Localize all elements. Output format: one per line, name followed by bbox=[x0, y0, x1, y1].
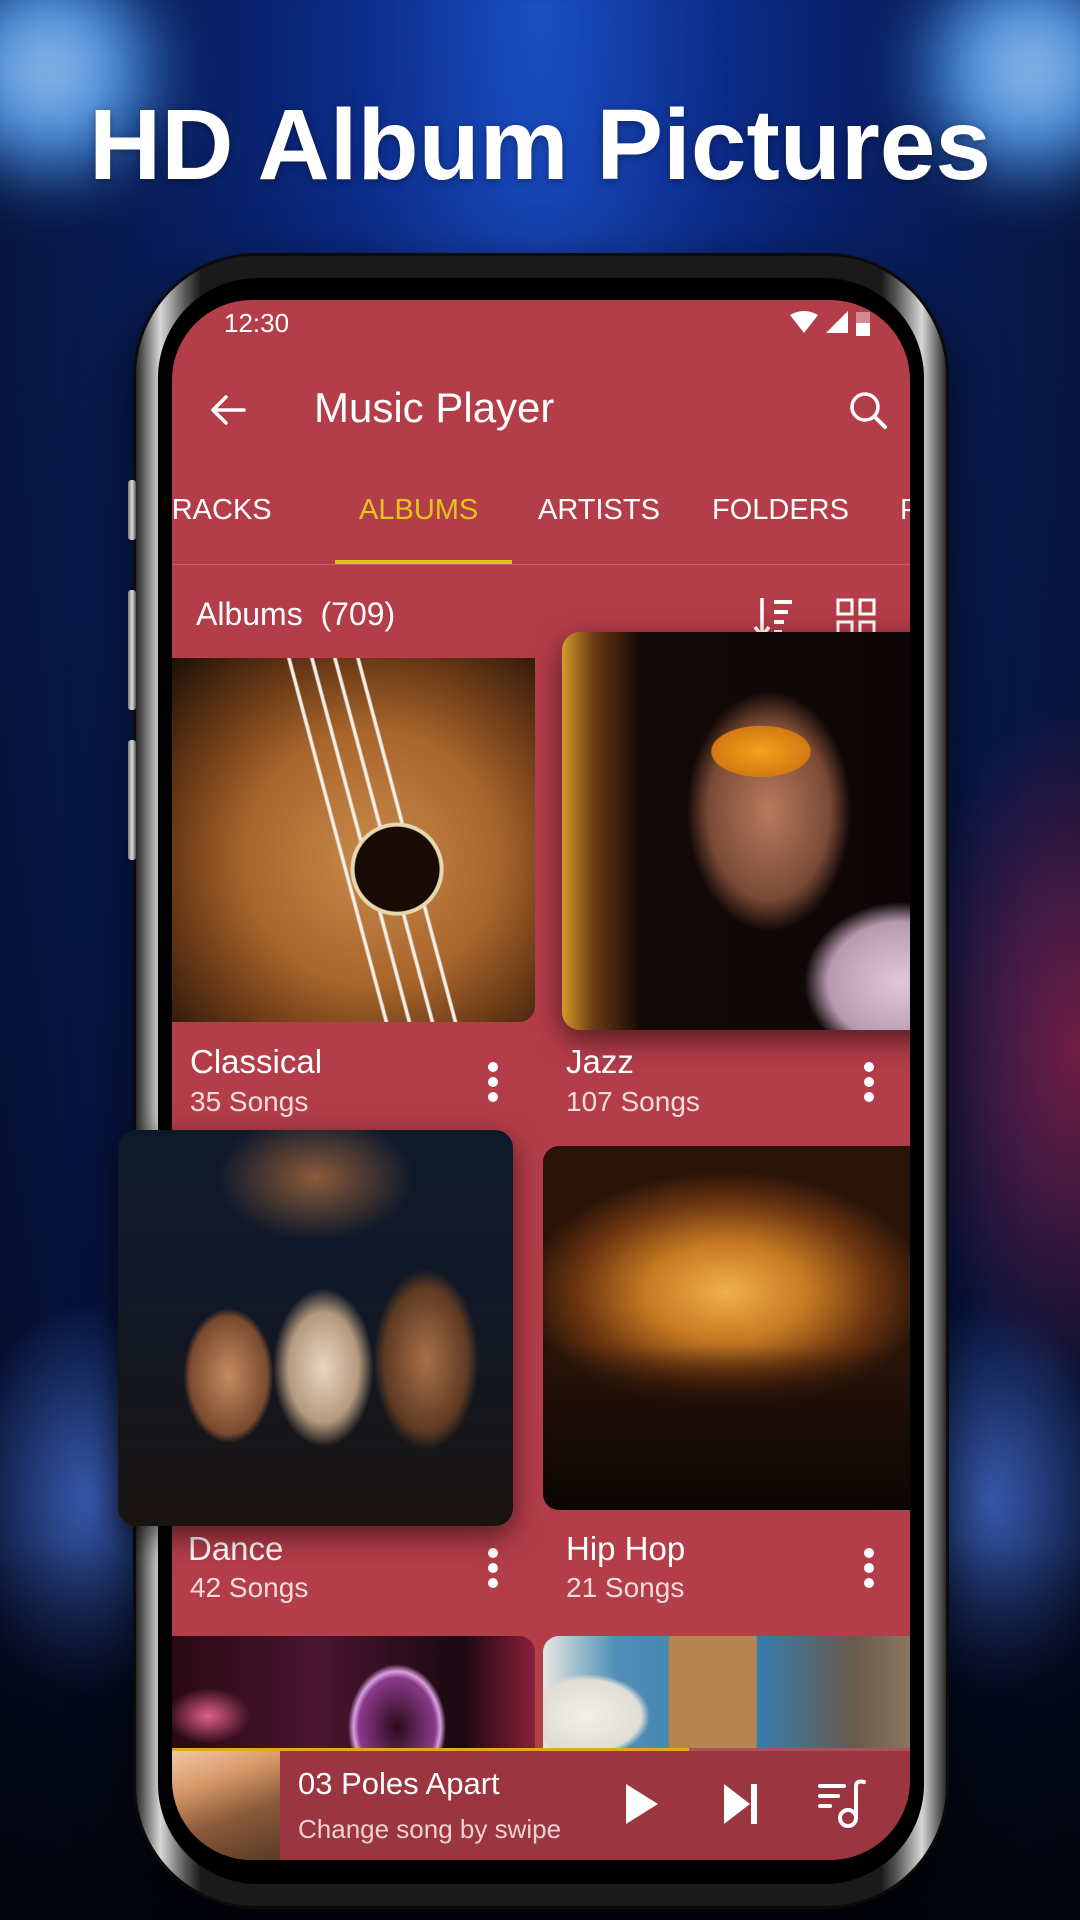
album-art-saxophone[interactable] bbox=[172, 1636, 535, 1750]
phone-volume-down bbox=[128, 740, 136, 860]
signal-icon bbox=[826, 311, 848, 333]
phone-volume-up bbox=[128, 590, 136, 710]
albums-count: (709) bbox=[320, 596, 396, 632]
albums-count-label: Albums (709) bbox=[196, 596, 395, 633]
now-playing-hint: Change song by swipe bbox=[298, 1814, 562, 1844]
mini-player[interactable]: 03 Poles Apart Change song by swipe bbox=[172, 1748, 910, 1860]
more-icon-dot bbox=[864, 1062, 874, 1072]
tab-bar: TRACKS ALBUMS ARTISTS FOLDERS P bbox=[172, 480, 910, 566]
albums-label: Albums bbox=[196, 596, 303, 632]
album-title[interactable]: Dance bbox=[188, 1530, 283, 1568]
status-bar: 12:30 bbox=[172, 300, 910, 360]
album-more-button[interactable] bbox=[478, 1052, 508, 1112]
queue-button[interactable] bbox=[812, 1774, 872, 1834]
playback-progress-track[interactable] bbox=[172, 1748, 910, 1751]
status-time: 12:30 bbox=[224, 308, 290, 338]
search-icon bbox=[850, 392, 887, 429]
skip-next-icon bbox=[724, 1784, 757, 1824]
app-bar: Music Player bbox=[172, 360, 910, 460]
more-icon-dot bbox=[488, 1062, 498, 1072]
album-title[interactable]: Hip Hop bbox=[566, 1530, 685, 1568]
status-icons bbox=[790, 310, 870, 336]
more-icon-dot bbox=[488, 1548, 498, 1558]
album-art-classical[interactable] bbox=[172, 658, 535, 1022]
more-icon-dot bbox=[488, 1077, 498, 1087]
album-more-button[interactable] bbox=[478, 1538, 508, 1598]
arrow-left-icon bbox=[211, 395, 246, 425]
album-art-hiphop[interactable] bbox=[543, 1146, 910, 1510]
promo-headline: HD Album Pictures bbox=[88, 89, 991, 201]
album-subtitle: 42 Songs bbox=[190, 1572, 309, 1603]
now-playing-art[interactable] bbox=[172, 1751, 280, 1860]
tab-artists[interactable]: ARTISTS bbox=[538, 494, 660, 527]
tab-folders[interactable]: FOLDERS bbox=[712, 494, 849, 527]
album-art-dance[interactable] bbox=[118, 1130, 513, 1526]
search-button[interactable] bbox=[840, 382, 896, 438]
more-icon-dot bbox=[864, 1548, 874, 1558]
next-button[interactable] bbox=[712, 1776, 768, 1832]
phone-side-button bbox=[128, 480, 136, 540]
play-button[interactable] bbox=[612, 1776, 668, 1832]
play-icon bbox=[626, 1784, 658, 1824]
tab-playlists[interactable]: P bbox=[900, 494, 910, 527]
album-subtitle: 107 Songs bbox=[566, 1086, 700, 1117]
album-title[interactable]: Classical bbox=[190, 1043, 322, 1081]
battery-icon bbox=[856, 312, 870, 336]
wifi-icon bbox=[790, 311, 818, 333]
now-playing-title: 03 Poles Apart bbox=[298, 1766, 500, 1801]
more-icon-dot bbox=[488, 1092, 498, 1102]
app-screen: 12:30 Music Player TRACKS ALBUMS ARTISTS… bbox=[172, 300, 910, 1860]
app-title: Music Player bbox=[314, 384, 555, 431]
more-icon-dot bbox=[488, 1578, 498, 1588]
more-icon-dot bbox=[864, 1077, 874, 1087]
more-icon-dot bbox=[864, 1578, 874, 1588]
more-icon-dot bbox=[488, 1563, 498, 1573]
back-button[interactable] bbox=[200, 382, 256, 438]
more-icon-dot bbox=[864, 1563, 874, 1573]
album-art-jazz[interactable] bbox=[562, 632, 910, 1030]
album-subtitle: 35 Songs bbox=[190, 1086, 309, 1117]
album-subtitle: 21 Songs bbox=[566, 1572, 685, 1603]
album-title[interactable]: Jazz bbox=[566, 1043, 634, 1081]
album-art-electric-guitar[interactable] bbox=[543, 1636, 910, 1750]
more-icon-dot bbox=[864, 1092, 874, 1102]
tabs-divider bbox=[172, 564, 910, 565]
playlist-music-icon bbox=[818, 1779, 866, 1828]
album-more-button[interactable] bbox=[854, 1538, 884, 1598]
tab-tracks[interactable]: TRACKS bbox=[172, 494, 272, 527]
album-more-button[interactable] bbox=[854, 1052, 884, 1112]
tab-albums[interactable]: ALBUMS bbox=[359, 494, 478, 527]
